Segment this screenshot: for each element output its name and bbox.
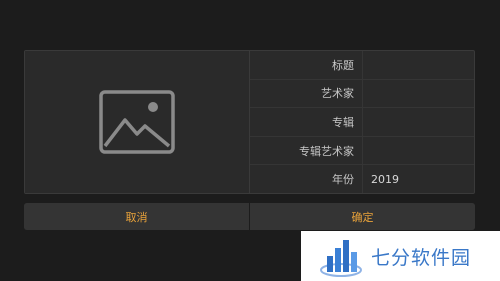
field-row-title: 标题 — [250, 51, 474, 80]
confirm-button[interactable]: 确定 — [250, 203, 475, 230]
year-label: 年份 — [332, 173, 354, 187]
field-row-album-artist: 专辑艺术家 — [250, 136, 474, 166]
year-input[interactable]: 2019 — [362, 165, 474, 193]
artist-input[interactable] — [362, 79, 474, 108]
album-label: 专辑 — [332, 115, 354, 129]
field-row-year: 年份 2019 — [250, 165, 474, 193]
watermark-text: 七分软件园 — [371, 246, 472, 269]
album-artist-input[interactable] — [362, 136, 474, 165]
album-artwork[interactable] — [25, 51, 250, 193]
site-watermark: 七分软件园 — [301, 231, 500, 281]
metadata-fields: 标题 艺术家 专辑 专辑艺术家 年份 2019 — [250, 51, 474, 193]
field-row-artist: 艺术家 — [250, 79, 474, 109]
app-window: 标题 艺术家 专辑 专辑艺术家 年份 2019 取消 确定 七分软件园 — [0, 0, 500, 281]
action-bar: 取消 确定 — [24, 203, 475, 230]
title-label: 标题 — [332, 58, 354, 72]
image-placeholder-icon — [99, 90, 175, 154]
artist-label: 艺术家 — [321, 87, 354, 101]
album-artist-label: 专辑艺术家 — [299, 144, 354, 158]
title-input[interactable] — [362, 51, 474, 79]
album-input[interactable] — [362, 108, 474, 136]
metadata-panel: 标题 艺术家 专辑 专辑艺术家 年份 2019 — [24, 50, 475, 194]
field-row-album: 专辑 — [250, 108, 474, 137]
cancel-button[interactable]: 取消 — [24, 203, 250, 230]
site-logo-icon — [320, 240, 362, 277]
